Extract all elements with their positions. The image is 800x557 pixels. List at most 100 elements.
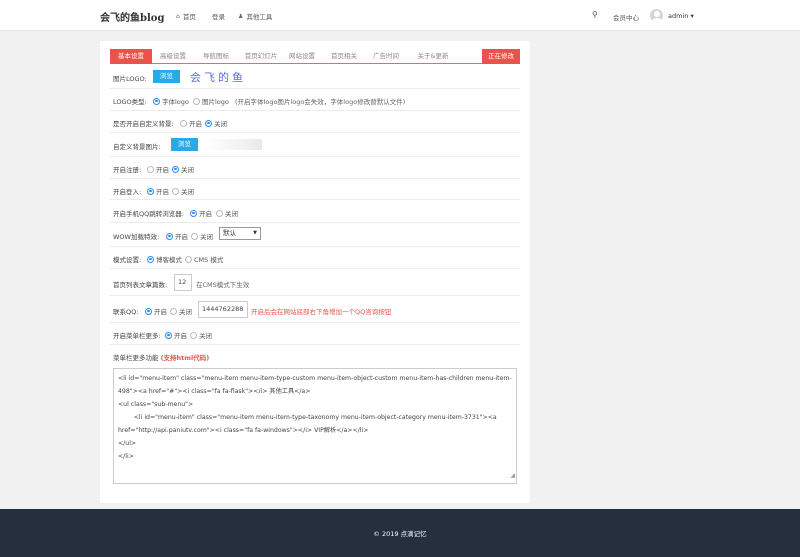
user-icon: ♟ — [238, 12, 244, 20]
wow-label: WOW加载特效: — [113, 233, 160, 241]
bg-image-label: 自定义背景图片: — [113, 143, 161, 151]
row-contact-qq: 联系QQ: 开启 关闭 1444762288 开启后会在网站底部右下角增加一个Q… — [110, 296, 520, 323]
option-label: 开启 — [174, 332, 187, 340]
logo-browse-button[interactable]: 浏览 — [153, 70, 180, 83]
mobile-qq-off[interactable]: 关闭 — [216, 208, 238, 218]
mode-blog[interactable]: 博客模式 — [147, 254, 182, 264]
option-label: 开启 — [189, 120, 202, 128]
radio-unchecked[interactable] — [147, 165, 154, 173]
nav-login[interactable]: 登录 — [212, 11, 225, 21]
tab-ads[interactable]: 广告时间 — [368, 49, 404, 64]
tab-basic[interactable]: 基本设置 — [110, 49, 152, 64]
menu-html-label-note: (支持html代码) — [160, 354, 210, 362]
radio-unchecked[interactable] — [172, 187, 179, 195]
menu-more-on[interactable]: 开启 — [165, 330, 187, 340]
option-label: 开启 — [199, 210, 212, 218]
radio-unchecked[interactable] — [180, 119, 187, 127]
article-count-input[interactable]: 12 — [174, 274, 192, 291]
radio-unchecked[interactable] — [216, 209, 223, 217]
mode-label: 模式设置: — [113, 256, 142, 264]
option-label: 开启 — [156, 166, 169, 174]
member-center-link[interactable]: 会员中心 — [613, 12, 639, 22]
code-line: <li id="menu-item" class="menu-item menu… — [118, 414, 499, 434]
radio-checked[interactable] — [166, 232, 173, 240]
wow-effect-select[interactable]: 默认 ▼ — [219, 227, 261, 240]
settings-tabs: 基本设置 高级设置 导航图标 首页幻灯片 网站设置 首页相关 广告时间 关于&更… — [110, 49, 520, 64]
save-button[interactable]: 正在修改 — [482, 49, 520, 64]
option-label: 开启 — [156, 188, 169, 196]
radio-checked[interactable] — [172, 165, 179, 173]
wow-off[interactable]: 关闭 — [191, 231, 213, 241]
logo-type-hint: (开启字体logo图片logo会失效，字体logo修改替默认文件) — [235, 98, 406, 106]
custom-bg-on[interactable]: 开启 — [180, 118, 202, 128]
radio-checked[interactable] — [145, 307, 152, 315]
row-register: 开启注册: 开启 关闭 — [110, 157, 520, 179]
radio-checked[interactable] — [190, 209, 197, 217]
menu-more-off[interactable]: 关闭 — [190, 330, 212, 340]
register-off[interactable]: 关闭 — [172, 164, 194, 174]
option-label: 关闭 — [179, 308, 192, 316]
code-line: </li> — [118, 453, 134, 460]
option-label: 关闭 — [181, 188, 194, 196]
bg-image-preview — [204, 139, 262, 150]
radio-checked[interactable] — [147, 255, 154, 263]
logo-type-font[interactable]: 字体logo — [153, 96, 189, 106]
bg-browse-button[interactable]: 浏览 — [171, 138, 198, 151]
custom-bg-off[interactable]: 关闭 — [205, 118, 227, 128]
home-icon: ⌂ — [176, 12, 180, 20]
row-article-count: 首页列表文章篇数: 12 在CMS模式下生效 — [110, 269, 520, 296]
nav-tools[interactable]: ♟ 其他工具 — [238, 11, 273, 22]
radio-unchecked[interactable] — [193, 97, 200, 105]
tab-home[interactable]: 首页相关 — [326, 49, 362, 64]
code-line: <li id="menu-item" class="menu-item menu… — [118, 375, 512, 395]
site-logo[interactable]: 会飞的鱼blog — [100, 9, 164, 24]
option-label: 开启 — [154, 308, 167, 316]
radio-unchecked[interactable] — [191, 232, 198, 240]
avatar[interactable] — [650, 9, 663, 22]
caret-down-icon: ▼ — [253, 230, 257, 236]
login-off[interactable]: 关闭 — [172, 186, 194, 196]
tab-nav-icons[interactable]: 导航图标 — [198, 49, 234, 64]
mobile-qq-on[interactable]: 开启 — [190, 208, 212, 218]
contact-qq-off[interactable]: 关闭 — [170, 306, 192, 316]
option-label: 关闭 — [225, 210, 238, 218]
caret-down-icon: ▾ — [690, 12, 694, 20]
username: admin — [668, 12, 689, 20]
tab-advanced[interactable]: 高级设置 — [155, 49, 191, 64]
row-menu-more: 开启菜单栏更多: 开启 关闭 — [110, 323, 520, 345]
radio-checked[interactable] — [165, 331, 172, 339]
code-line: </ul> — [118, 440, 137, 447]
wow-on[interactable]: 开启 — [166, 231, 188, 241]
search-icon[interactable]: ⚲ — [592, 10, 598, 19]
mobile-qq-label: 开启手机QQ跳转浏览器: — [113, 210, 184, 218]
nav-home[interactable]: ⌂ 首页 — [176, 11, 196, 22]
row-custom-bg: 是否开启自定义背景: 开启 关闭 — [110, 111, 520, 133]
radio-checked[interactable] — [153, 97, 160, 105]
tab-site[interactable]: 网站设置 — [284, 49, 320, 64]
tab-slider[interactable]: 首页幻灯片 — [240, 49, 282, 64]
row-mobile-qq: 开启手机QQ跳转浏览器: 开启 关闭 — [110, 200, 520, 223]
menu-html-textarea[interactable]: <li id="menu-item" class="menu-item menu… — [113, 368, 517, 484]
radio-checked[interactable] — [147, 187, 154, 195]
login-on[interactable]: 开启 — [147, 186, 169, 196]
contact-qq-input[interactable]: 1444762288 — [198, 301, 248, 318]
footer: © 2019 点滴记忆 — [0, 509, 800, 557]
option-label: 开启 — [175, 233, 188, 241]
option-label: 图片logo — [202, 98, 229, 106]
radio-checked[interactable] — [205, 119, 212, 127]
register-on[interactable]: 开启 — [147, 164, 169, 174]
article-count-hint: 在CMS模式下生效 — [196, 281, 250, 289]
contact-qq-on[interactable]: 开启 — [145, 306, 167, 316]
radio-unchecked[interactable] — [170, 307, 177, 315]
user-menu[interactable]: admin ▾ — [668, 12, 694, 20]
tab-about[interactable]: 关于&更新 — [412, 49, 454, 64]
mode-cms[interactable]: CMS 模式 — [185, 254, 223, 264]
option-label: 关闭 — [214, 120, 227, 128]
article-count-label: 首页列表文章篇数: — [113, 281, 168, 289]
radio-unchecked[interactable] — [190, 331, 197, 339]
logo-type-image[interactable]: 图片logo — [193, 96, 229, 106]
radio-unchecked[interactable] — [185, 255, 192, 263]
nav-tools-label: 其他工具 — [246, 13, 273, 21]
resize-handle-icon[interactable]: ◢ — [510, 469, 515, 482]
option-label: 博客模式 — [156, 256, 182, 264]
